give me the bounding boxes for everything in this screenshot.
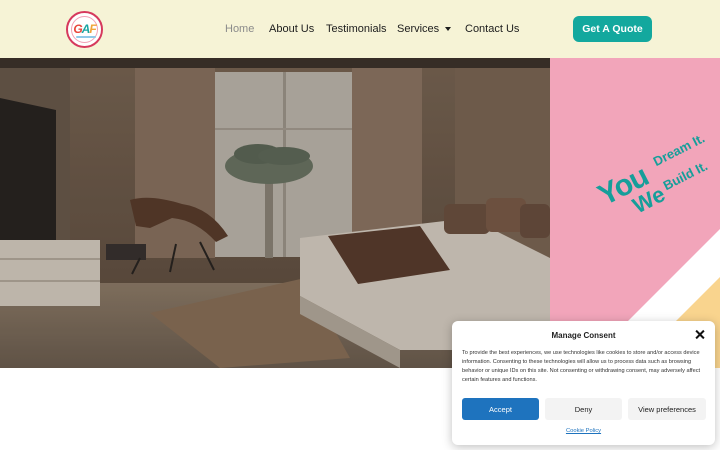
consent-dialog: Manage Consent To provide the best exper…	[452, 321, 715, 445]
accept-button[interactable]: Accept	[462, 398, 539, 420]
deny-button[interactable]: Deny	[545, 398, 622, 420]
nav-services-menu[interactable]: Services	[397, 0, 452, 58]
close-icon[interactable]	[694, 329, 705, 340]
site-logo[interactable]: GAF	[66, 11, 103, 48]
nav-contact-link[interactable]: Contact Us	[465, 0, 519, 58]
get-a-quote-button[interactable]: Get A Quote	[573, 16, 652, 42]
chevron-down-icon	[445, 27, 452, 31]
slogan: You Dream It. We Build It.	[580, 94, 720, 229]
nav-services-label: Services	[397, 23, 440, 35]
nav-testimonials-link[interactable]: Testimonials	[326, 0, 387, 58]
logo-text: GAF	[73, 22, 96, 36]
consent-title: Manage Consent	[551, 331, 616, 340]
nav-about-link[interactable]: About Us	[269, 0, 314, 58]
page: GAF Home About Us Testimonials Services …	[0, 0, 720, 450]
cookie-policy-link[interactable]: Cookie Policy	[452, 428, 715, 434]
logo-swoosh	[76, 36, 96, 38]
nav-home-link[interactable]: Home	[225, 0, 254, 58]
view-preferences-button[interactable]: View preferences	[628, 398, 706, 420]
consent-body: To provide the best experiences, we use …	[462, 350, 701, 383]
site-header: GAF Home About Us Testimonials Services …	[0, 0, 720, 58]
